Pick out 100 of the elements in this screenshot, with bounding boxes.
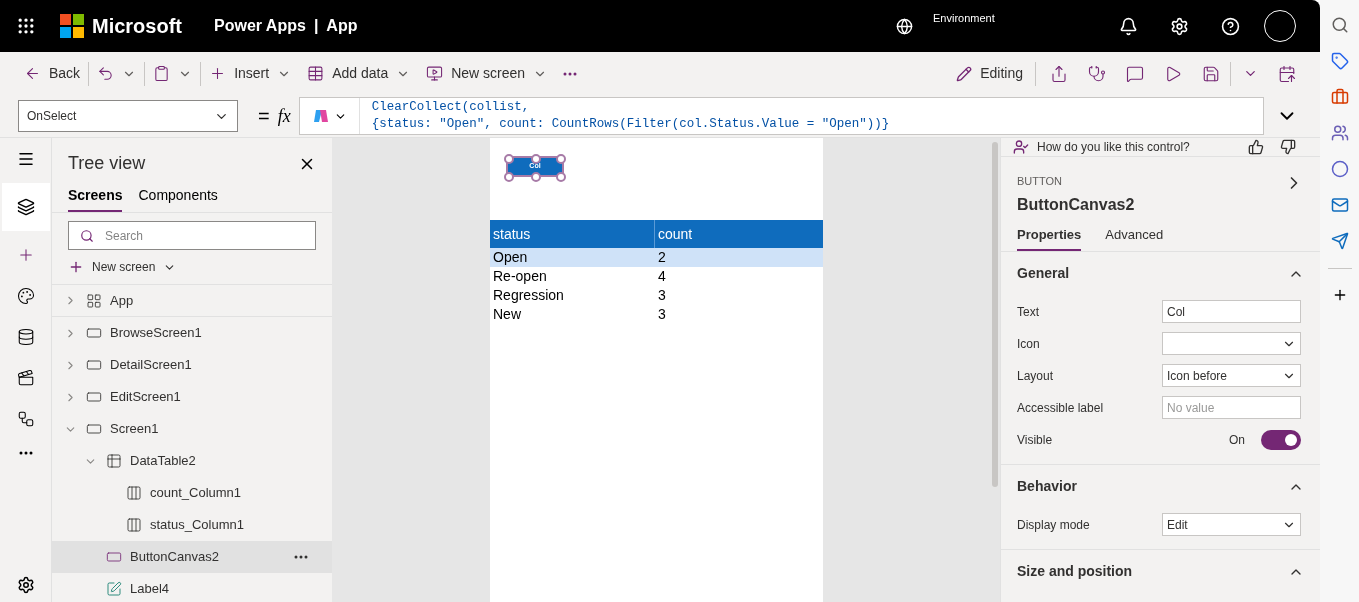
table-row[interactable]: Open 2 (490, 248, 823, 267)
separator: | (313, 16, 319, 36)
screen-icon (86, 421, 102, 437)
section-title: Behavior (1017, 477, 1077, 496)
screen-icon (86, 389, 102, 405)
data-icon (307, 65, 325, 82)
tree-item-label: Screen1 (110, 420, 159, 439)
tree-item-label: BrowseScreen1 (110, 324, 202, 343)
dropdown[interactable]: Edit (1162, 513, 1301, 536)
tree-item[interactable]: ButtonCanvas2 (52, 541, 332, 573)
tree-item[interactable]: status_Column1 (52, 509, 332, 541)
property-dropdown[interactable]: OnSelect (18, 100, 238, 132)
column-icon (126, 517, 142, 533)
field-label: Layout (1017, 367, 1055, 385)
properties-tab[interactable]: Advanced (1105, 225, 1164, 251)
tree-item[interactable]: BrowseScreen1 (52, 317, 332, 349)
layers-icon (16, 198, 35, 216)
tree-item-label: DataTable2 (130, 452, 196, 471)
table-row[interactable]: Regression 3 (490, 286, 823, 305)
app-icon (86, 292, 102, 309)
column-header[interactable]: count (655, 220, 823, 248)
tree-item[interactable]: Label4 (52, 573, 332, 602)
tree-view-tab[interactable] (1, 183, 50, 231)
help-icon[interactable] (1221, 16, 1240, 36)
copilot-icon[interactable] (311, 107, 330, 125)
panel-tab[interactable]: Components (138, 185, 218, 212)
formula-field[interactable]: ClearCollect(collist, {status: "Open", count: CountRows(Filter(col.Status.Value = "Open"))} (298, 97, 1264, 135)
notification-icon[interactable] (1119, 16, 1138, 36)
back-icon (24, 65, 41, 82)
database-icon[interactable] (16, 328, 35, 346)
field-label: Accessible label (1017, 399, 1105, 417)
field-label: Icon (1017, 335, 1041, 353)
tree-item-label: status_Column1 (150, 516, 244, 535)
stethoscope-icon[interactable] (1088, 64, 1106, 83)
screen-button[interactable]: New screen (418, 57, 556, 90)
mail-icon[interactable] (1330, 196, 1349, 214)
app-launcher-icon[interactable] (16, 16, 36, 36)
new-screen-button[interactable]: New screen (68, 258, 316, 276)
publish-icon[interactable] (1278, 64, 1296, 83)
comment-icon[interactable] (1126, 64, 1144, 83)
ring-icon[interactable] (1330, 160, 1349, 178)
screen-icon (86, 357, 102, 373)
more-icon[interactable] (18, 451, 33, 455)
thumbs-down-icon[interactable] (1280, 139, 1296, 155)
briefcase-icon[interactable] (1330, 88, 1349, 106)
play-icon[interactable] (1164, 64, 1182, 83)
settings-icon[interactable] (1170, 16, 1189, 36)
app-name[interactable]: App (326, 14, 358, 38)
tree-item[interactable]: DataTable2 (52, 445, 332, 477)
formula-line: {status: "Open", count: CountRows(Filter(col.Status.Value = "Open"))} (371, 116, 891, 133)
table-cell-text: Open (492, 248, 529, 267)
dropdown[interactable]: Icon before (1162, 364, 1301, 387)
table-row[interactable]: Re-open 4 (490, 267, 823, 286)
palette-icon[interactable] (16, 287, 35, 305)
tree-item-label: Label4 (130, 580, 170, 599)
save-icon[interactable] (1202, 64, 1220, 83)
thumbs-up-icon[interactable] (1248, 139, 1264, 155)
field-label: Text (1017, 303, 1040, 321)
flow-icon[interactable] (16, 410, 35, 428)
section-title: General (1017, 264, 1070, 283)
globe-icon[interactable] (896, 17, 913, 35)
tree-item[interactable]: count_Column1 (52, 477, 332, 509)
tree-item[interactable]: DetailScreen1 (52, 349, 332, 381)
tag-icon[interactable] (1330, 52, 1349, 70)
toggle-switch[interactable] (1261, 429, 1301, 450)
search-icon[interactable] (1330, 16, 1349, 34)
more-icon[interactable] (294, 555, 308, 559)
more-icon (563, 71, 578, 76)
screen-icon (426, 65, 444, 82)
people-icon[interactable] (1330, 124, 1349, 142)
table-row[interactable]: New 3 (490, 305, 823, 324)
data-button[interactable]: Add data (299, 57, 419, 90)
media-icon[interactable] (16, 369, 35, 387)
button-icon (106, 549, 122, 565)
tree-item-label: DetailScreen1 (110, 356, 192, 375)
send-icon[interactable] (1330, 232, 1349, 250)
text-field[interactable]: Col (1162, 300, 1301, 323)
table-cell-text: 3 (657, 286, 667, 305)
editing-button[interactable]: Editing (948, 57, 1031, 90)
back-button[interactable]: Back (16, 57, 89, 90)
field-label: Display mode (1017, 516, 1091, 534)
menu-icon[interactable] (16, 150, 35, 168)
table-cell-text: Re-open (492, 267, 548, 286)
tree-item[interactable]: EditScreen1 (52, 381, 332, 413)
product-name[interactable]: Power Apps (214, 14, 306, 38)
share-icon[interactable] (1050, 64, 1068, 83)
table-cell-text: New (492, 305, 522, 324)
environment-label[interactable]: Environment (933, 10, 1103, 27)
settings-icon[interactable] (16, 576, 35, 594)
search-field[interactable]: Search (68, 221, 316, 250)
pencil-icon (956, 65, 973, 82)
tree-item[interactable]: Screen1 (52, 413, 332, 445)
tree-item-label: count_Column1 (150, 484, 242, 503)
panel-tab[interactable]: Screens (68, 185, 123, 212)
text-field[interactable]: No value (1162, 396, 1301, 419)
insert-button[interactable]: Insert (201, 57, 300, 90)
properties-tab[interactable]: Properties (1017, 225, 1082, 251)
table-cell-text: 2 (657, 248, 667, 267)
plus-icon (68, 259, 84, 275)
tree-item[interactable]: App (52, 285, 332, 317)
